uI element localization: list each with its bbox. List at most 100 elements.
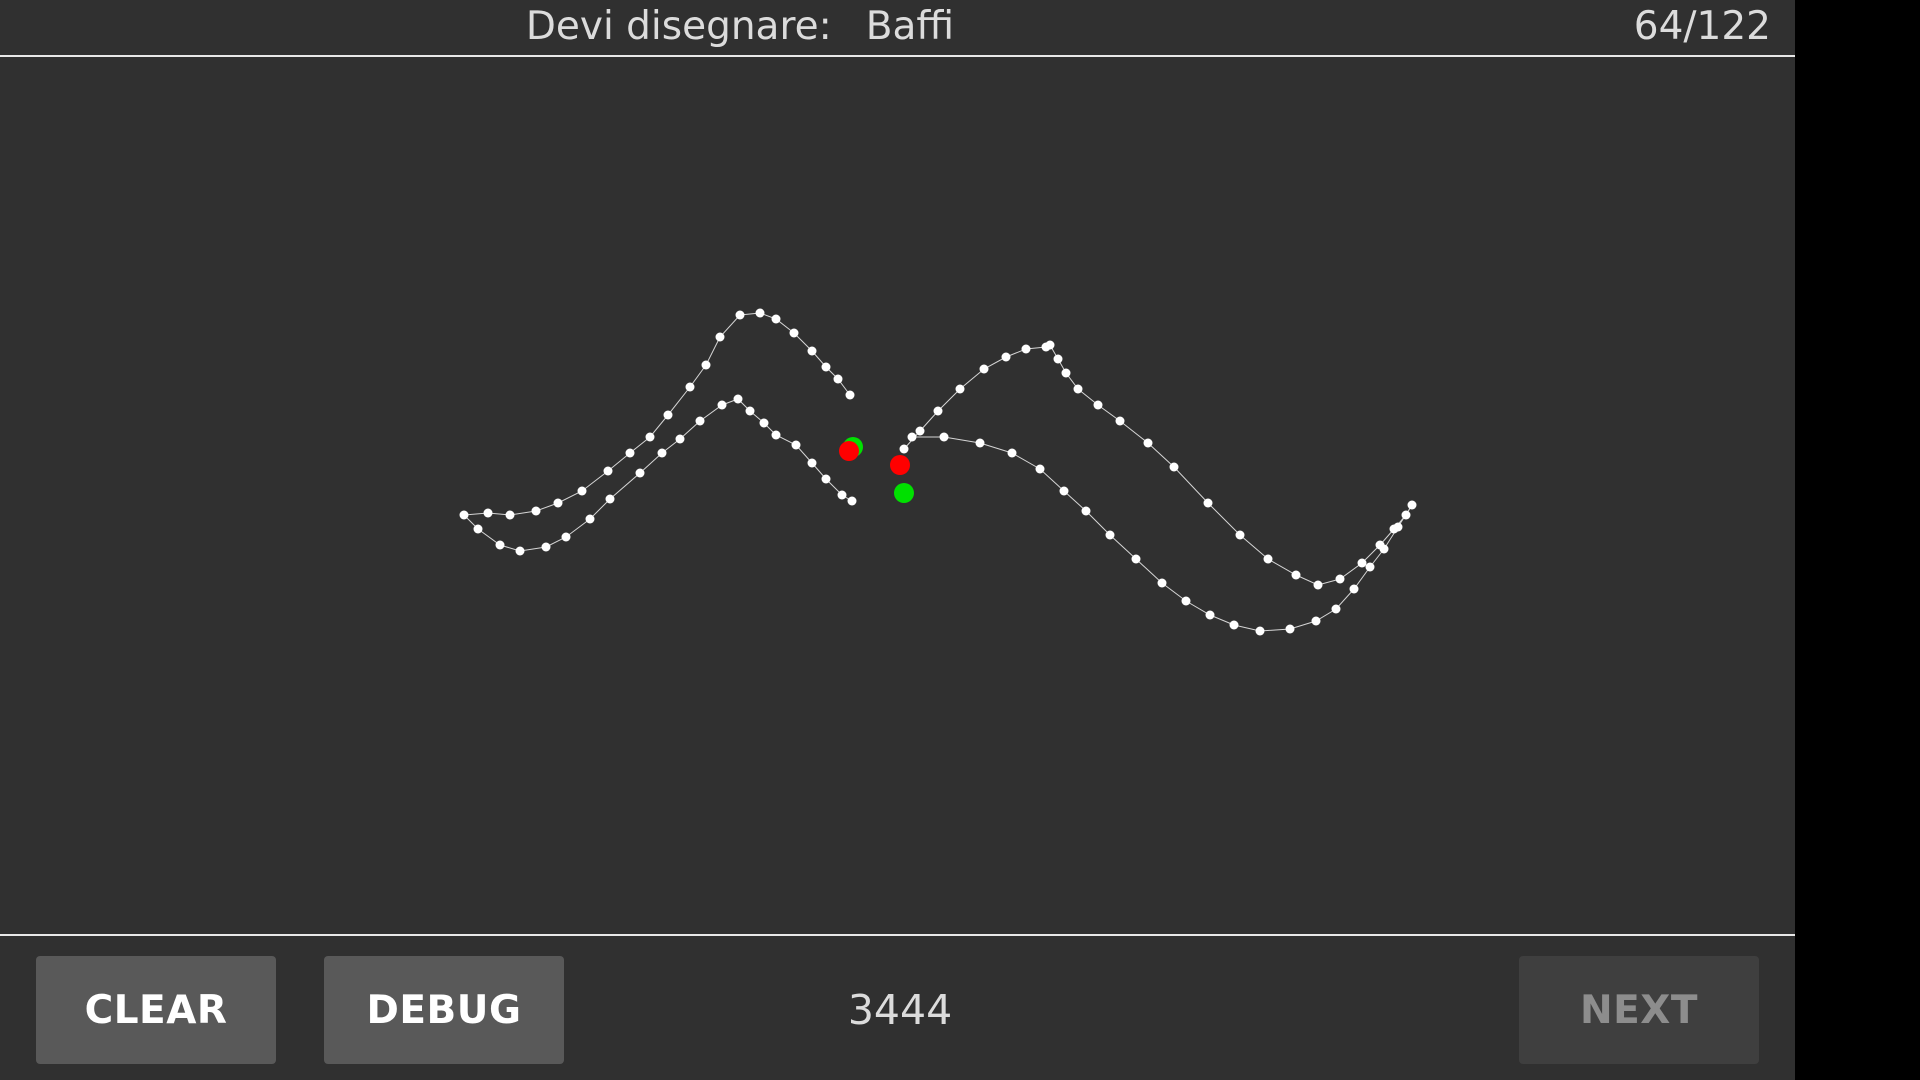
score-value: 3444 — [847, 986, 953, 1034]
left-stroke-point — [585, 514, 595, 524]
header-bar: Devi disegnare: Baffi 64/122 — [0, 0, 1795, 57]
right-stroke-point — [1157, 578, 1167, 588]
clear-button[interactable]: CLEAR — [36, 956, 276, 1064]
right-stroke-point — [1393, 522, 1403, 532]
right-stroke-point — [907, 432, 917, 442]
right-stroke-point — [1059, 486, 1069, 496]
right-stroke-point — [1045, 340, 1055, 350]
right-stroke-point — [1401, 510, 1411, 520]
left-stroke-point — [675, 434, 685, 444]
right-stroke-point — [1007, 448, 1017, 458]
left-stroke-point — [745, 406, 755, 416]
left-stroke-point — [701, 360, 711, 370]
right-stroke-point — [1335, 574, 1345, 584]
left-stroke-point — [759, 418, 769, 428]
right-stroke-point — [1379, 544, 1389, 554]
left-stroke-point — [847, 496, 857, 506]
left-stroke-point — [531, 506, 541, 516]
right-stroke-point — [1263, 554, 1273, 564]
right-stroke-point — [1255, 626, 1265, 636]
left-stroke-point — [833, 374, 843, 384]
right-stroke-point — [939, 432, 949, 442]
strokes-layer — [459, 308, 1417, 636]
right-stroke-point — [1169, 462, 1179, 472]
left-stroke-point — [771, 430, 781, 440]
left-stroke-point — [605, 494, 615, 504]
right-stroke-point — [1357, 558, 1367, 568]
left-stroke-point — [717, 400, 727, 410]
left-stroke-point — [603, 466, 613, 476]
left-stroke-path — [462, 312, 853, 552]
drawing-app: Devi disegnare: Baffi 64/122 CLEAR DEBUG … — [0, 0, 1795, 1080]
right-stroke-point — [1205, 610, 1215, 620]
stroke-end-marker — [839, 441, 859, 461]
left-stroke-point — [789, 328, 799, 338]
right-stroke-point — [1035, 464, 1045, 474]
right-stroke-point — [1331, 604, 1341, 614]
left-stroke-point — [791, 440, 801, 450]
drawing-canvas[interactable] — [0, 59, 1795, 934]
right-stroke-point — [1115, 416, 1125, 426]
screen-edge — [1795, 0, 1920, 1080]
right-stroke-point — [1349, 584, 1359, 594]
right-stroke-point — [1203, 498, 1213, 508]
right-stroke-point — [915, 426, 925, 436]
left-stroke-point — [735, 310, 745, 320]
debug-button[interactable]: DEBUG — [324, 956, 564, 1064]
left-stroke-point — [807, 346, 817, 356]
prompt-label: Devi disegnare: — [525, 4, 832, 49]
right-stroke-point — [1229, 620, 1239, 630]
left-stroke-point — [663, 410, 673, 420]
left-stroke-point — [695, 416, 705, 426]
right-stroke-point — [1105, 530, 1115, 540]
left-stroke-point — [483, 508, 493, 518]
right-stroke-point — [1053, 354, 1063, 364]
drawing-prompt: Devi disegnare: Baffi — [0, 4, 1480, 49]
right-stroke-point — [1285, 624, 1295, 634]
right-stroke-point — [975, 438, 985, 448]
left-stroke-point — [515, 546, 525, 556]
right-stroke-point — [1073, 384, 1083, 394]
left-stroke-point — [635, 468, 645, 478]
left-stroke-point — [837, 490, 847, 500]
right-stroke-point — [979, 364, 989, 374]
left-stroke-point — [505, 510, 515, 520]
left-stroke-point — [553, 498, 563, 508]
right-stroke-point — [955, 384, 965, 394]
left-stroke-point — [625, 448, 635, 458]
left-stroke-point — [541, 542, 551, 552]
right-stroke-point — [1235, 530, 1245, 540]
progress-counter: 64/122 — [1633, 4, 1771, 49]
right-stroke-point — [1365, 562, 1375, 572]
left-stroke-point — [577, 486, 587, 496]
right-stroke-point — [1407, 500, 1417, 510]
right-stroke-point — [1291, 570, 1301, 580]
right-stroke-point — [1081, 506, 1091, 516]
right-stroke-point — [1313, 580, 1323, 590]
left-stroke-point — [771, 314, 781, 324]
left-stroke-point — [459, 510, 469, 520]
stroke-end-marker — [890, 455, 910, 475]
next-button[interactable]: NEXT — [1519, 956, 1759, 1064]
right-stroke-point — [933, 406, 943, 416]
left-stroke-point — [473, 524, 483, 534]
right-stroke-point — [1181, 596, 1191, 606]
left-stroke-point — [845, 390, 855, 400]
left-stroke-point — [657, 448, 667, 458]
left-stroke-point — [715, 332, 725, 342]
left-stroke-point — [821, 474, 831, 484]
right-stroke-point — [1131, 554, 1141, 564]
right-stroke-point — [1143, 438, 1153, 448]
right-stroke-point — [899, 444, 909, 454]
right-stroke-point — [1021, 344, 1031, 354]
left-stroke-point — [821, 362, 831, 372]
left-stroke-point — [755, 308, 765, 318]
right-stroke-path — [903, 344, 1413, 632]
stroke-start-marker — [894, 483, 914, 503]
left-stroke-point — [685, 382, 695, 392]
left-stroke-point — [561, 532, 571, 542]
left-stroke-point — [645, 432, 655, 442]
right-stroke-point — [1061, 368, 1071, 378]
footer-bar: CLEAR DEBUG 3444 NEXT — [0, 934, 1795, 1080]
right-stroke-point — [1001, 352, 1011, 362]
